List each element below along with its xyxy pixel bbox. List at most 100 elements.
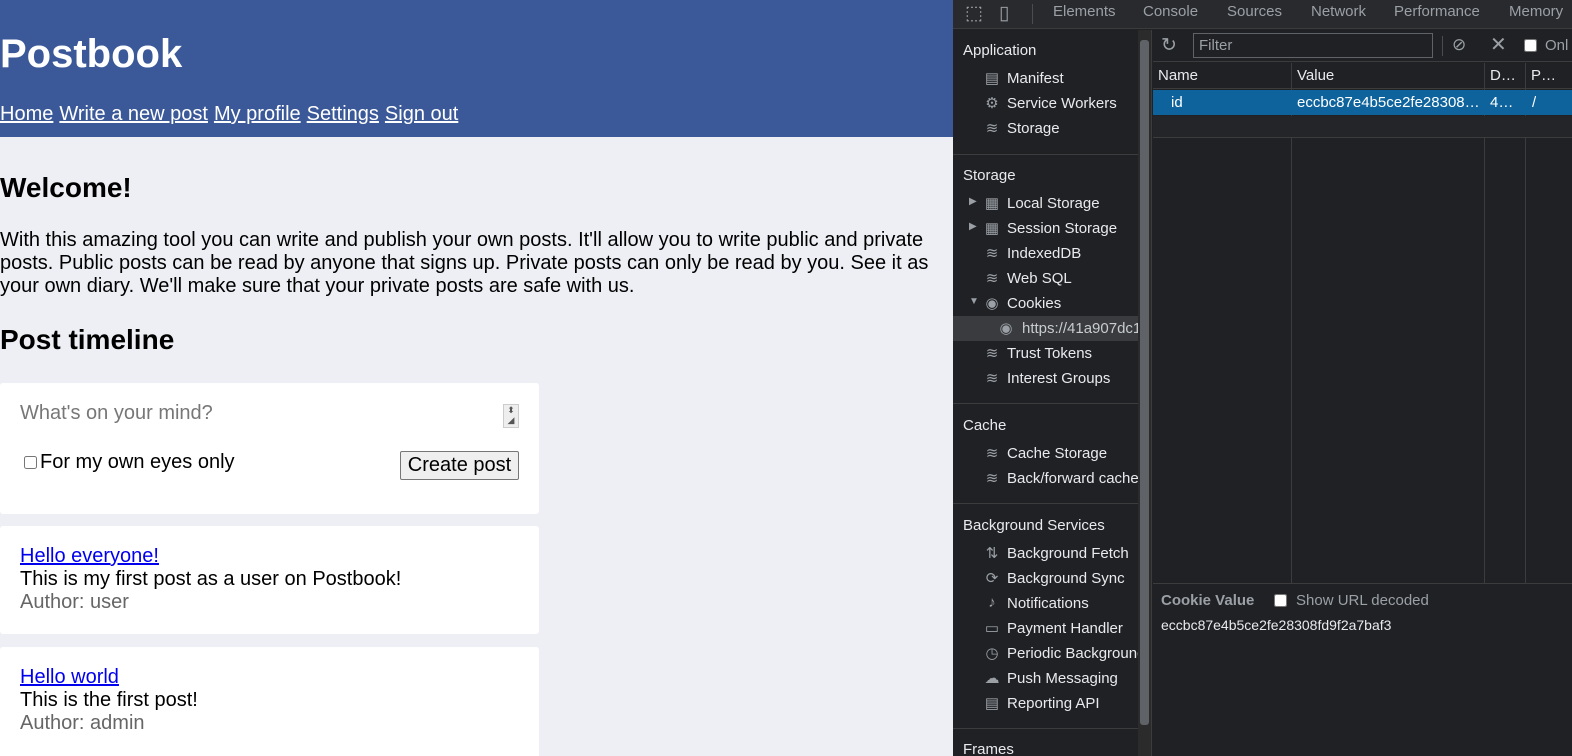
tab-console[interactable]: Console (1143, 3, 1198, 20)
sidebar-item-cookies[interactable]: ▼ ◉ Cookies (953, 291, 1138, 316)
sidebar-item-label: Local Storage (1007, 195, 1100, 212)
private-checkbox[interactable] (24, 456, 37, 469)
sidebar-item-notifications[interactable]: ♪ Notifications (953, 591, 1138, 616)
column-divider (1291, 63, 1292, 583)
post-title-link[interactable]: Hello everyone! (20, 545, 159, 568)
sidebar-item-cookie-origin[interactable]: ◉ https://41a907dc1 (953, 316, 1138, 341)
column-header-name[interactable]: Name (1153, 63, 1291, 89)
post-textarea[interactable] (20, 402, 520, 430)
cookie-path-cell[interactable]: / (1532, 94, 1536, 111)
post-title-link[interactable]: Hello world (20, 666, 119, 689)
sidebar-scrollbar[interactable] (1138, 30, 1152, 756)
sidebar-item-cache-storage[interactable]: ≋ Cache Storage (953, 441, 1138, 466)
sidebar-item-local-storage[interactable]: ▶ ▦ Local Storage (953, 191, 1138, 216)
sidebar-item-manifest[interactable]: ▤ Manifest (953, 66, 1138, 91)
sidebar-item-label: Payment Handler (1007, 620, 1123, 637)
section-divider (953, 503, 1138, 504)
nav-settings-link[interactable]: Settings (307, 103, 379, 125)
column-divider (1525, 63, 1526, 583)
device-toolbar-icon[interactable]: ▯ (999, 2, 1009, 25)
section-divider (953, 728, 1138, 729)
textarea-resize-handle[interactable]: ⬍ ◢ (503, 404, 519, 428)
show-url-decoded-checkbox[interactable] (1274, 594, 1287, 607)
sidebar-item-label: Cache Storage (1007, 445, 1108, 462)
section-divider (953, 403, 1138, 404)
cookie-value-cell[interactable]: eccbc87e4b5ce2fe28308… (1297, 94, 1481, 111)
sidebar-item-background-fetch[interactable]: ⇅ Background Fetch (953, 541, 1138, 566)
nav-my-profile-link[interactable]: My profile (214, 103, 301, 125)
column-header-value[interactable]: Value (1292, 63, 1484, 89)
create-post-button[interactable]: Create post (400, 451, 519, 480)
section-heading-background-services: Background Services (963, 517, 1105, 534)
only-show-issues-label[interactable]: Onl (1545, 37, 1568, 54)
nav-write-post-link[interactable]: Write a new post (59, 103, 208, 125)
timeline-heading: Post timeline (0, 324, 175, 355)
database-icon: ≋ (985, 245, 999, 262)
cookie-value-pane: Cookie Value Show URL decoded eccbc87e4b… (1153, 583, 1572, 756)
cookie-domain-cell[interactable]: 4… (1490, 94, 1513, 111)
tab-sources[interactable]: Sources (1227, 3, 1282, 20)
sidebar-item-label: Background Fetch (1007, 545, 1129, 562)
site-nav: Home Write a new post My profile Settings Si… (0, 101, 464, 127)
nav-home-link[interactable]: Home (0, 103, 53, 125)
sync-icon: ⟳ (985, 570, 999, 587)
database-icon: ≋ (985, 270, 999, 287)
clear-all-filter-icon[interactable]: ⊘ (1452, 35, 1466, 55)
sidebar-item-web-sql[interactable]: ≋ Web SQL (953, 266, 1138, 291)
sidebar-item-trust-tokens[interactable]: ≋ Trust Tokens (953, 341, 1138, 366)
sidebar-item-reporting-api[interactable]: ▤ Reporting API (953, 691, 1138, 716)
tab-memory[interactable]: Memory (1509, 3, 1563, 20)
inspect-icon[interactable]: ⬚ (965, 2, 983, 25)
cookie-icon: ◉ (999, 320, 1013, 337)
tab-elements[interactable]: Elements (1053, 3, 1116, 20)
cloud-icon: ☁ (984, 670, 1000, 687)
gear-icon: ⚙ (985, 95, 999, 112)
sidebar-item-session-storage[interactable]: ▶ ▦ Session Storage (953, 216, 1138, 241)
sidebar-item-storage[interactable]: ≋ Storage (953, 116, 1138, 141)
cookie-value-title: Cookie Value (1161, 592, 1255, 609)
table-row[interactable]: id eccbc87e4b5ce2fe28308… 4… / (1153, 90, 1572, 115)
expand-arrow-icon[interactable]: ▶ (969, 221, 977, 232)
sidebar-item-service-workers[interactable]: ⚙ Service Workers (953, 91, 1138, 116)
cookie-value-text: eccbc87e4b5ce2fe28308fd9f2a7baf3 (1161, 617, 1392, 633)
sidebar-item-payment-handler[interactable]: ▭ Payment Handler (953, 616, 1138, 641)
application-sidebar: Application ▤ Manifest ⚙ Service Workers ≋… (953, 30, 1138, 756)
sidebar-item-push-messaging[interactable]: ☁ Push Messaging (953, 666, 1138, 691)
section-heading-cache: Cache (963, 417, 1007, 434)
welcome-heading: Welcome! (0, 172, 132, 203)
site-header: Postbook Home Write a new post My profile S… (0, 0, 953, 137)
cookie-icon: ◉ (985, 295, 999, 312)
sidebar-item-indexeddb[interactable]: ≋ IndexedDB (953, 241, 1138, 266)
devtools-panel: ⬚ ▯ Elements Console Sources Network Per… (953, 0, 1572, 756)
sidebar-item-back-forward-cache[interactable]: ≋ Back/forward cache (953, 466, 1138, 491)
column-header-domain[interactable]: D… (1485, 63, 1525, 89)
filter-input[interactable] (1193, 33, 1433, 58)
sidebar-item-label: Back/forward cache (1007, 470, 1138, 487)
sidebar-item-periodic-background-sync[interactable]: ◷ Periodic Background (953, 641, 1138, 666)
collapse-arrow-icon[interactable]: ▼ (969, 296, 979, 307)
private-checkbox-label[interactable]: For my own eyes only (40, 451, 235, 474)
sidebar-item-background-sync[interactable]: ⟳ Background Sync (953, 566, 1138, 591)
sidebar-item-label: Web SQL (1007, 270, 1072, 287)
clock-icon: ◷ (985, 645, 999, 662)
file-icon: ▤ (984, 70, 1000, 87)
database-icon: ≋ (985, 345, 999, 362)
column-header-path[interactable]: P… (1526, 63, 1572, 89)
delete-selected-icon[interactable]: ✕ (1490, 32, 1507, 57)
show-url-decoded-label[interactable]: Show URL decoded (1296, 592, 1429, 609)
refresh-icon[interactable]: ↻ (1161, 34, 1177, 57)
expand-arrow-icon[interactable]: ▶ (969, 196, 977, 207)
sidebar-item-label: Notifications (1007, 595, 1089, 612)
section-heading-storage: Storage (963, 167, 1016, 184)
sidebar-item-interest-groups[interactable]: ≋ Interest Groups (953, 366, 1138, 391)
tab-network[interactable]: Network (1311, 3, 1366, 20)
cookie-name-cell[interactable]: id (1171, 94, 1183, 111)
only-show-issues-checkbox[interactable] (1524, 39, 1537, 52)
tab-performance[interactable]: Performance (1394, 3, 1480, 20)
column-divider (1484, 63, 1485, 583)
sidebar-item-label: Periodic Background (1007, 645, 1138, 662)
filter-bar-divider (1442, 36, 1443, 56)
bell-icon: ♪ (988, 594, 996, 611)
nav-sign-out-link[interactable]: Sign out (385, 103, 458, 125)
scrollbar-thumb[interactable] (1140, 40, 1149, 725)
